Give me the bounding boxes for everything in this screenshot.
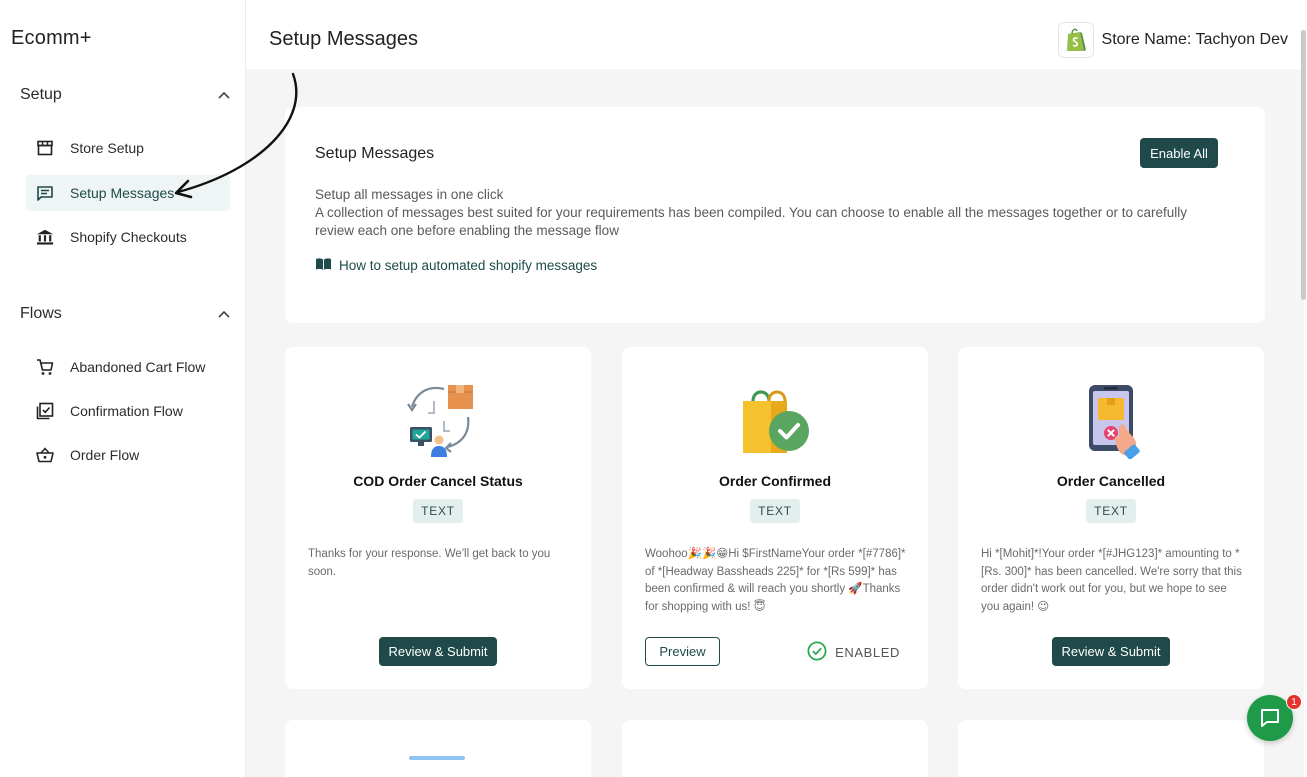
setup-guide-link[interactable]: How to setup automated shopify messages — [315, 257, 597, 274]
shopify-logo-icon — [1057, 22, 1094, 58]
intro-description: Setup all messages in one click A collec… — [315, 186, 1215, 240]
cart-icon — [36, 358, 54, 376]
sidebar-section-label: Flows — [20, 305, 62, 322]
card-message-preview: Thanks for your response. We'll get back… — [308, 548, 551, 578]
notification-count-badge: 1 — [1286, 694, 1302, 710]
enabled-status: ENABLED — [807, 641, 900, 664]
sidebar-section-setup[interactable]: Setup — [20, 83, 232, 107]
sidebar-item-order-flow[interactable]: Order Flow — [26, 437, 230, 473]
phone-cancel-order-icon — [1071, 383, 1151, 460]
sidebar-item-shopify-checkouts[interactable]: Shopify Checkouts — [26, 219, 230, 255]
store-icon — [36, 139, 54, 157]
enabled-status-label: ENABLED — [835, 645, 900, 660]
store-info: Store Name: Tachyon Dev — [1057, 22, 1288, 58]
check-circle-icon — [807, 641, 827, 664]
sidebar-item-confirmation-flow[interactable]: Confirmation Flow — [26, 393, 230, 429]
enable-all-button[interactable]: Enable All — [1140, 138, 1218, 168]
sidebar-item-label: Order Flow — [70, 447, 140, 463]
sidebar-item-label: Confirmation Flow — [70, 403, 183, 419]
main-content: Setup Messages Enable All Setup all mess… — [246, 69, 1304, 777]
card-title: Order Confirmed — [718, 473, 831, 489]
basket-icon — [36, 446, 54, 464]
message-card — [285, 720, 591, 777]
store-name: Store Name: Tachyon Dev — [1101, 31, 1288, 48]
card-message-preview: Hi *[Mohit]*!Your order *[#JHG123]* amou… — [981, 548, 1242, 613]
message-type-badge: TEXT — [413, 499, 463, 523]
sidebar-item-label: Setup Messages — [70, 185, 175, 201]
card-title: Order Cancelled — [1056, 473, 1166, 489]
message-icon — [36, 184, 54, 202]
sidebar: Ecomm+ Setup Store Setup Setup Messages … — [0, 0, 246, 777]
review-submit-button[interactable]: Review & Submit — [1052, 637, 1170, 666]
message-card-cod-cancel: COD Order Cancel Status TEXT Thanks for … — [285, 347, 591, 689]
book-icon — [315, 257, 332, 274]
message-card-order-cancelled: Order Cancelled TEXT Hi *[Mohit]*!Your o… — [958, 347, 1264, 689]
card-title: COD Order Cancel Status — [353, 473, 523, 489]
message-card — [958, 720, 1264, 777]
intro-panel: Setup Messages Enable All Setup all mess… — [285, 107, 1265, 323]
sidebar-section-flows[interactable]: Flows — [20, 302, 232, 326]
intro-line-2: A collection of messages best suited for… — [315, 205, 1188, 238]
top-header: Setup Messages Store Name: Tachyon Dev — [246, 0, 1307, 69]
message-card-order-confirmed: Order Confirmed TEXT Woohoo🎉🎉😁Hi $FirstN… — [622, 347, 928, 689]
sidebar-section-label: Setup — [20, 86, 62, 103]
sidebar-item-label: Abandoned Cart Flow — [70, 359, 206, 375]
page-title: Setup Messages — [269, 28, 418, 50]
brand-logo-text: Ecomm+ — [11, 27, 92, 49]
intro-line-1: Setup all messages in one click — [315, 187, 504, 202]
chevron-up-icon — [216, 87, 232, 103]
message-type-badge: TEXT — [1086, 499, 1136, 523]
message-card — [622, 720, 928, 777]
sidebar-item-label: Store Setup — [70, 140, 144, 156]
sidebar-item-label: Shopify Checkouts — [70, 229, 187, 245]
page-scrollbar[interactable] — [1301, 30, 1306, 300]
sidebar-item-store-setup[interactable]: Store Setup — [26, 130, 230, 166]
card-message-preview: Woohoo🎉🎉😁Hi $FirstNameYour order *[#7786… — [645, 548, 906, 613]
chevron-up-icon — [216, 306, 232, 322]
review-submit-button[interactable]: Review & Submit — [379, 637, 497, 666]
sidebar-item-setup-messages[interactable]: Setup Messages — [26, 175, 230, 211]
sync-order-illustration-icon — [398, 383, 478, 459]
bank-icon — [36, 228, 54, 246]
intro-title: Setup Messages — [315, 145, 435, 162]
setup-guide-link-label: How to setup automated shopify messages — [339, 258, 598, 273]
message-type-badge: TEXT — [750, 499, 800, 523]
chat-icon — [1261, 709, 1279, 727]
checklist-icon — [36, 402, 54, 420]
card-illustration-icon — [409, 756, 465, 760]
shopping-bag-check-icon — [735, 383, 815, 459]
sidebar-item-abandoned-cart-flow[interactable]: Abandoned Cart Flow — [26, 349, 230, 385]
preview-button[interactable]: Preview — [645, 637, 720, 666]
